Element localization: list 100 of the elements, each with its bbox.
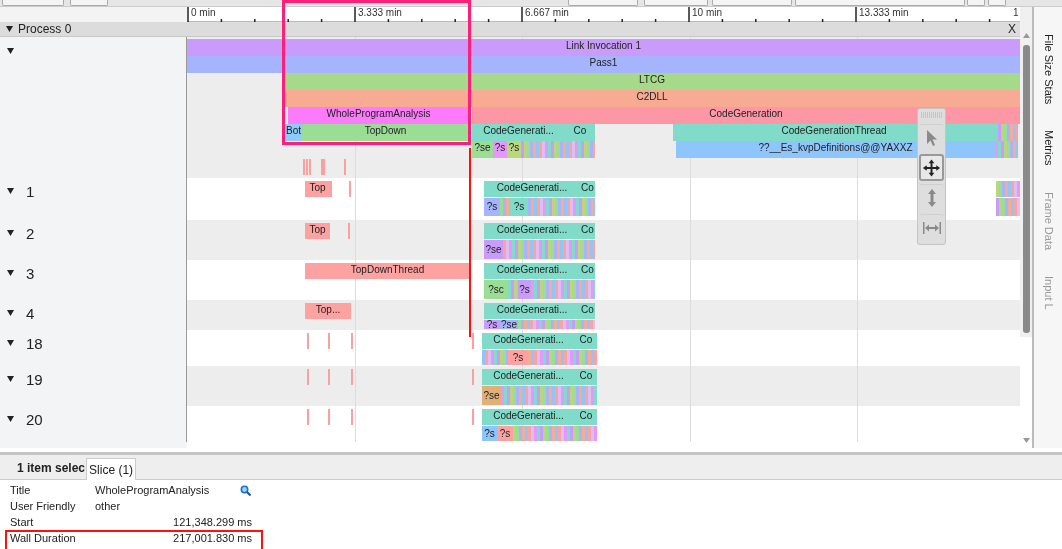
toolbar-button[interactable] <box>2 0 64 6</box>
trace-slice[interactable]: ?s <box>510 198 528 216</box>
caret-icon[interactable] <box>7 416 14 422</box>
trace-slice[interactable]: ?s <box>493 141 507 158</box>
trace-slice[interactable]: CodeGenerationThread <box>673 124 995 141</box>
close-button[interactable]: X <box>1006 22 1018 36</box>
slice-mark <box>307 369 309 385</box>
trace-slice[interactable]: ?se <box>500 320 518 329</box>
trace-slice[interactable]: Co <box>580 181 595 197</box>
thread-name: 1 <box>26 184 35 200</box>
trace-slice[interactable]: CodeGenerati... <box>484 303 580 319</box>
search-icon[interactable] <box>240 484 251 496</box>
caret-icon[interactable] <box>7 270 14 276</box>
trace-slice[interactable]: CodeGeneration <box>472 107 1020 124</box>
side-tab[interactable]: File Size Stats <box>1041 34 1055 105</box>
trace-slice[interactable]: CodeGenerati... <box>482 333 575 349</box>
trace-slice[interactable]: Link Invocation 1 <box>187 39 1020 56</box>
toolbar-button[interactable] <box>795 0 965 6</box>
trace-slice[interactable]: CodeGenerati... <box>482 409 575 425</box>
trace-slice[interactable]: Co <box>580 303 595 319</box>
caret-icon[interactable] <box>7 340 14 346</box>
trace-slice[interactable]: ?s <box>484 320 500 329</box>
trace-slice[interactable]: Top... <box>305 303 351 319</box>
trace-slice[interactable]: CodeGenerati... <box>482 369 575 385</box>
toolbar-button[interactable] <box>644 0 708 6</box>
trace-slice[interactable]: Top <box>305 181 330 197</box>
trace-slice[interactable]: WholeProgramAnalysis <box>288 107 469 124</box>
caret-icon[interactable] <box>7 48 14 54</box>
tool-button[interactable] <box>919 154 944 181</box>
slice-mark <box>351 369 353 385</box>
property-label: Title <box>10 483 32 497</box>
slice-mark <box>348 223 350 239</box>
trace-slice[interactable]: TopDown <box>302 124 469 141</box>
scroll-up-icon[interactable] <box>1023 33 1030 38</box>
toolbar-button[interactable] <box>967 0 985 6</box>
trace-slice[interactable]: CodeGenerati... <box>484 263 580 279</box>
property-label: Start <box>10 515 35 529</box>
property-label: User Friendly <box>10 499 77 513</box>
caret-icon[interactable] <box>7 188 14 194</box>
trace-slice[interactable]: CodeGenerati... <box>472 124 565 141</box>
trace-slice[interactable]: ?se <box>472 141 493 158</box>
trace-slice[interactable]: ?se <box>482 386 501 405</box>
trace-slice[interactable]: Top <box>305 223 330 239</box>
slice-stripes-drawing <box>508 280 518 299</box>
property-value: WholeProgramAnalysis <box>95 483 211 497</box>
caret-icon[interactable] <box>7 310 14 316</box>
slice-mark <box>328 333 330 349</box>
trace-slice[interactable]: C2DLL <box>284 90 1020 107</box>
slice-mark <box>330 181 332 197</box>
grip-icon[interactable] <box>920 111 943 119</box>
trace-slice[interactable]: CodeGenerati... <box>484 181 580 197</box>
thread-name: 4 <box>26 306 35 322</box>
trace-slice[interactable]: Pass1 <box>187 56 1020 73</box>
trace-slice[interactable]: ?s <box>507 141 521 158</box>
trace-slice[interactable]: Co <box>575 409 597 425</box>
slice-mark <box>472 409 474 425</box>
thread-name: 2 <box>26 226 35 242</box>
trace-slice[interactable]: ??__Es_kvpDefinitions@@YAXXZ <box>676 141 995 158</box>
slice-stripes-drawing <box>996 181 1020 197</box>
trace-slice[interactable]: Co <box>575 369 597 385</box>
trace-slice[interactable]: Co <box>575 333 597 349</box>
trace-slice[interactable]: Co <box>580 263 595 279</box>
slice-stripes-drawing <box>995 141 1018 158</box>
slice-mark <box>472 333 474 349</box>
trace-slice[interactable]: ?se <box>484 240 503 259</box>
scroll-down-icon[interactable] <box>1023 438 1030 443</box>
scrollbar[interactable] <box>1020 7 1033 448</box>
trace-slice[interactable]: ?s <box>497 426 513 441</box>
ruler-label: 1 <box>1013 7 1019 19</box>
trace-slice[interactable]: ?s <box>482 426 497 441</box>
trace-slice[interactable]: Co <box>565 124 595 141</box>
property-value: other <box>95 499 122 513</box>
caret-icon[interactable] <box>7 376 14 382</box>
caret-icon[interactable] <box>7 230 14 236</box>
caret-icon[interactable] <box>6 26 13 32</box>
trace-slice[interactable]: Co <box>580 223 595 239</box>
slice-stripes-drawing <box>995 124 1018 141</box>
trace-slice[interactable]: ?s <box>484 198 500 216</box>
slice-mark <box>344 159 346 175</box>
trace-slice[interactable]: LTCG <box>284 73 1020 90</box>
selection-summary: 1 item selec <box>17 460 86 477</box>
side-tab[interactable]: Metrics <box>1041 130 1055 166</box>
slice-mark <box>351 333 353 349</box>
ruler-label: 10 min <box>692 7 722 19</box>
trace-slice[interactable]: ?sc <box>484 280 508 299</box>
toolbar-button[interactable] <box>70 0 108 6</box>
trace-slice[interactable]: ?s <box>518 280 531 299</box>
thread-name: 19 <box>26 372 43 388</box>
slice-mark <box>328 369 330 385</box>
slice-stripes-drawing <box>500 198 510 216</box>
toolbar-button[interactable] <box>988 0 1006 6</box>
scroll-thumb[interactable] <box>1023 45 1030 333</box>
trace-slice[interactable]: CodeGenerati... <box>484 223 580 239</box>
toolbar-button[interactable] <box>568 0 638 6</box>
toolbar-button[interactable] <box>712 0 792 6</box>
slice-mark <box>328 409 330 425</box>
trace-slice[interactable]: TopDownThread <box>305 263 470 279</box>
trace-slice[interactable]: ?s <box>508 350 528 365</box>
details-tab[interactable]: Slice (1) <box>86 458 137 480</box>
trace-slice[interactable]: Bot <box>285 124 302 141</box>
